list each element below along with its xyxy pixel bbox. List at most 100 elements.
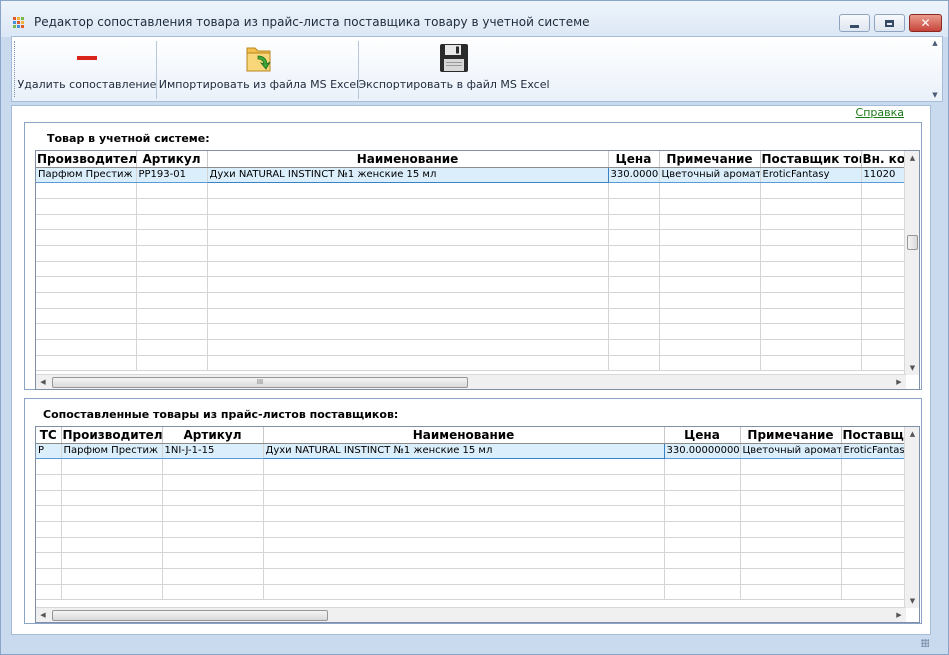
column-header[interactable]: Производитель [61, 427, 163, 444]
table-cell[interactable] [136, 245, 208, 262]
table-row[interactable] [36, 229, 907, 246]
table-cell[interactable] [861, 182, 907, 199]
table-cell[interactable] [36, 458, 62, 475]
table-cell[interactable] [207, 245, 609, 262]
table-cell[interactable] [861, 308, 907, 325]
table-cell[interactable] [61, 537, 163, 554]
table-cell[interactable] [36, 292, 137, 309]
table-cell[interactable] [760, 182, 862, 199]
table-row[interactable] [36, 198, 907, 215]
chevron-down-icon[interactable]: ▼ [932, 91, 937, 99]
column-header[interactable]: Поставщик товара [760, 151, 862, 168]
scroll-left-icon[interactable]: ◀ [36, 608, 50, 622]
scroll-right-icon[interactable]: ▶ [892, 608, 906, 622]
table-row[interactable]: Парфюм Престиж PP193-01 Духи NATURAL INSTI… [36, 166, 907, 184]
table-cell[interactable] [162, 490, 264, 507]
scroll-thumb[interactable]: III [52, 377, 468, 388]
table-cell[interactable] [760, 229, 862, 246]
table-cell[interactable] [664, 584, 741, 601]
table-cell[interactable] [608, 245, 660, 262]
table-cell[interactable] [841, 458, 907, 475]
table-cell[interactable] [659, 323, 761, 341]
maximize-button[interactable] [874, 14, 905, 32]
table-row[interactable] [36, 568, 907, 585]
accounting-grid[interactable]: Производитель Артикул Наименование Цена Прим… [35, 150, 920, 390]
table-cell[interactable] [36, 229, 137, 246]
table-row[interactable] [36, 537, 907, 554]
table-cell[interactable] [207, 182, 609, 199]
table-cell[interactable] [861, 261, 907, 278]
table-row[interactable]: Р Парфюм Престиж 1NI-J-1-15 Духи NATURAL IN… [36, 442, 907, 460]
table-cell[interactable]: EroticFantasy [841, 442, 907, 460]
table-row[interactable] [36, 182, 907, 199]
matched-vertical-scrollbar[interactable]: ▲ ▼ [904, 427, 919, 608]
table-cell[interactable] [263, 458, 665, 475]
scroll-down-icon[interactable]: ▼ [905, 361, 919, 375]
table-cell[interactable]: Духи NATURAL INSTINCT №1 женские 15 мл [262, 442, 665, 460]
table-cell[interactable] [263, 552, 665, 569]
scroll-thumb[interactable] [52, 610, 328, 621]
delete-mapping-button[interactable]: Удалить сопоставление [18, 41, 156, 97]
table-cell[interactable] [841, 505, 907, 522]
table-row[interactable] [36, 214, 907, 231]
table-cell[interactable] [608, 292, 660, 309]
table-cell[interactable]: EroticFantasy [760, 166, 862, 184]
table-row[interactable] [36, 245, 907, 262]
table-cell[interactable] [136, 308, 208, 325]
table-cell[interactable] [608, 182, 660, 199]
table-cell[interactable] [841, 552, 907, 569]
table-cell[interactable] [659, 355, 761, 372]
table-cell[interactable] [136, 261, 208, 278]
table-cell[interactable] [36, 568, 62, 585]
table-cell[interactable] [136, 214, 208, 231]
scroll-up-icon[interactable]: ▲ [905, 427, 919, 441]
table-cell[interactable] [659, 292, 761, 309]
table-cell[interactable] [861, 355, 907, 372]
table-cell[interactable] [861, 339, 907, 356]
table-cell[interactable] [861, 276, 907, 293]
import-excel-button[interactable]: Импортировать из файла MS Excel [159, 41, 359, 97]
table-cell[interactable] [36, 276, 137, 293]
table-cell[interactable] [841, 568, 907, 585]
table-cell[interactable]: 330.00000000 [608, 166, 660, 184]
table-cell[interactable] [61, 584, 163, 601]
accounting-horizontal-scrollbar[interactable]: ◀ III ▶ [36, 374, 906, 389]
table-cell[interactable] [36, 521, 62, 538]
table-cell[interactable] [740, 568, 842, 585]
table-cell[interactable]: Р [36, 442, 62, 460]
table-cell[interactable] [608, 276, 660, 293]
table-cell[interactable] [263, 505, 665, 522]
minimize-button[interactable] [839, 14, 870, 32]
table-cell[interactable] [664, 552, 741, 569]
table-cell[interactable] [207, 261, 609, 278]
table-cell[interactable] [136, 229, 208, 246]
table-cell[interactable] [162, 584, 264, 601]
table-cell[interactable] [263, 474, 665, 491]
table-cell[interactable] [263, 568, 665, 585]
table-cell[interactable] [861, 323, 907, 341]
table-row[interactable] [36, 458, 907, 475]
table-cell[interactable]: Цветочный аромат [740, 442, 842, 460]
table-cell[interactable] [36, 308, 137, 325]
table-row[interactable] [36, 505, 907, 522]
table-cell[interactable] [136, 198, 208, 215]
table-cell[interactable] [61, 521, 163, 538]
table-cell[interactable] [263, 490, 665, 507]
table-cell[interactable] [136, 339, 208, 356]
resize-grip-icon[interactable] [921, 639, 929, 647]
table-cell[interactable] [207, 355, 609, 372]
table-row[interactable] [36, 292, 907, 309]
column-header[interactable]: Производитель [36, 151, 137, 168]
table-cell[interactable] [608, 339, 660, 356]
table-cell[interactable] [162, 552, 264, 569]
table-cell[interactable] [760, 339, 862, 356]
table-cell[interactable] [659, 229, 761, 246]
toolbar-grip[interactable] [14, 41, 17, 97]
matched-grid[interactable]: ТС Производитель Артикул Наименование Цена Пр… [35, 426, 920, 623]
table-cell[interactable] [61, 474, 163, 491]
table-cell[interactable] [659, 245, 761, 262]
matched-horizontal-scrollbar[interactable]: ◀ ▶ [36, 607, 906, 622]
table-cell[interactable] [740, 552, 842, 569]
table-row[interactable] [36, 521, 907, 538]
table-cell[interactable] [36, 339, 137, 356]
